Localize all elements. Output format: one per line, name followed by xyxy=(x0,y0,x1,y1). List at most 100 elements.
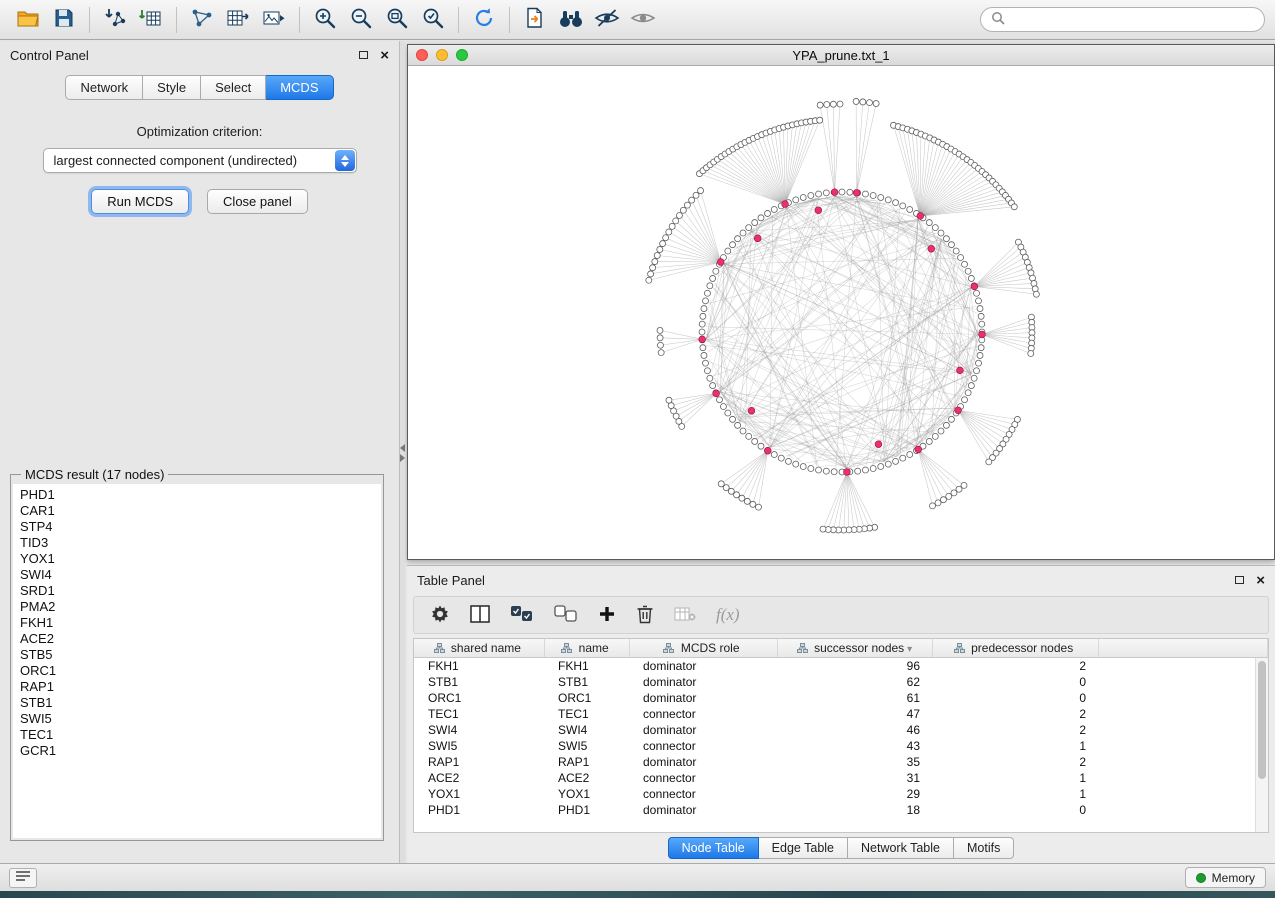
eye-icon xyxy=(630,7,656,32)
optimization-criterion-label: Optimization criterion: xyxy=(0,124,399,139)
tab-network[interactable]: Network xyxy=(65,75,143,100)
show-graphics-button[interactable] xyxy=(625,4,661,36)
workspace: Control Panel × NetworkStyleSelectMCDS O… xyxy=(0,41,1275,863)
mcds-result-item[interactable]: SRD1 xyxy=(20,583,381,599)
window-zoom-icon[interactable] xyxy=(456,49,468,61)
search-network-button[interactable] xyxy=(553,4,589,36)
column-header-mcds-role[interactable]: MCDS role xyxy=(629,639,777,658)
add-column-button[interactable] xyxy=(596,603,618,628)
save-session-button[interactable] xyxy=(46,4,82,36)
delete-table-button[interactable] xyxy=(672,604,698,627)
tab-motifs[interactable]: Motifs xyxy=(954,837,1014,859)
search-input[interactable] xyxy=(1011,13,1254,27)
mcds-result-item[interactable]: SWI5 xyxy=(20,711,381,727)
table-scrollbar[interactable] xyxy=(1255,658,1268,832)
tab-network-table[interactable]: Network Table xyxy=(848,837,954,859)
zoom-fit-button[interactable] xyxy=(379,4,415,36)
window-minimize-icon[interactable] xyxy=(436,49,448,61)
mcds-result-item[interactable]: GCR1 xyxy=(20,743,381,759)
chevron-down-icon[interactable]: ▾ xyxy=(907,644,912,655)
cell-filler xyxy=(1098,722,1268,738)
table-row[interactable]: TEC1TEC1connector472 xyxy=(414,706,1268,722)
optimization-select-value: largest connected component (undirected) xyxy=(54,153,298,168)
select-all-button[interactable] xyxy=(508,603,536,628)
table-row[interactable]: ACE2ACE2connector311 xyxy=(414,770,1268,786)
memory-button[interactable]: Memory xyxy=(1185,867,1266,888)
tab-mcds[interactable]: MCDS xyxy=(266,75,333,100)
mcds-result-item[interactable]: STP4 xyxy=(20,519,381,535)
mcds-result-item[interactable]: PHD1 xyxy=(20,487,381,503)
zoom-in-button[interactable] xyxy=(307,4,343,36)
cell: SWI5 xyxy=(414,738,544,754)
cell: 0 xyxy=(932,802,1098,818)
scrollbar-thumb[interactable] xyxy=(1258,661,1266,779)
plus-icon xyxy=(598,605,616,626)
close-panel-icon[interactable]: × xyxy=(380,48,389,63)
mcds-result-item[interactable]: STB1 xyxy=(20,695,381,711)
table-row[interactable]: SWI5SWI5connector431 xyxy=(414,738,1268,754)
import-table-button[interactable] xyxy=(133,4,169,36)
close-panel-button[interactable]: Close panel xyxy=(207,189,308,214)
zoom-out-button[interactable] xyxy=(343,4,379,36)
table-row[interactable]: PHD1PHD1dominator180 xyxy=(414,802,1268,818)
mcds-result-item[interactable]: SWI4 xyxy=(20,567,381,583)
float-table-panel-icon[interactable] xyxy=(1235,576,1244,584)
table-row[interactable]: SWI4SWI4dominator462 xyxy=(414,722,1268,738)
refresh-view-button[interactable] xyxy=(466,4,502,36)
column-header-successor-nodes[interactable]: successor nodes▾ xyxy=(777,639,932,658)
mcds-result-item[interactable]: PMA2 xyxy=(20,599,381,615)
cell: dominator xyxy=(629,690,777,706)
table-row[interactable]: YOX1YOX1connector291 xyxy=(414,786,1268,802)
mcds-result-item[interactable]: STB5 xyxy=(20,647,381,663)
tab-select[interactable]: Select xyxy=(201,75,266,100)
table-row[interactable]: RAP1RAP1dominator352 xyxy=(414,754,1268,770)
float-panel-icon[interactable] xyxy=(359,51,368,59)
cell: ACE2 xyxy=(544,770,629,786)
zoom-selected-button[interactable] xyxy=(415,4,451,36)
table-settings-button[interactable] xyxy=(428,602,452,629)
tab-style[interactable]: Style xyxy=(143,75,201,100)
column-header-name[interactable]: name xyxy=(544,639,629,658)
delete-column-button[interactable] xyxy=(634,602,656,629)
hide-graphics-button[interactable] xyxy=(589,4,625,36)
close-table-panel-icon[interactable]: × xyxy=(1256,573,1265,588)
search-box xyxy=(980,7,1265,32)
cell: RAP1 xyxy=(544,754,629,770)
mcds-result-item[interactable]: FKH1 xyxy=(20,615,381,631)
mcds-result-item[interactable]: RAP1 xyxy=(20,679,381,695)
export-table-button[interactable] xyxy=(220,4,256,36)
task-history-button[interactable] xyxy=(9,868,37,888)
mcds-result-item[interactable]: ORC1 xyxy=(20,663,381,679)
window-close-icon[interactable] xyxy=(416,49,428,61)
import-network-button[interactable] xyxy=(97,4,133,36)
mcds-result-item[interactable]: YOX1 xyxy=(20,551,381,567)
cell: ACE2 xyxy=(414,770,544,786)
show-columns-button[interactable] xyxy=(468,603,492,628)
export-image-button[interactable] xyxy=(256,4,292,36)
main-area: YPA_prune.txt_1 Table Panel × xyxy=(405,41,1275,863)
deselect-all-button[interactable] xyxy=(552,603,580,628)
optimization-select[interactable]: largest connected component (undirected) xyxy=(43,148,357,173)
network-canvas[interactable] xyxy=(408,66,1274,559)
cell: connector xyxy=(629,770,777,786)
export-network-button[interactable] xyxy=(184,4,220,36)
column-header-shared-name[interactable]: shared name xyxy=(414,639,544,658)
column-type-icon xyxy=(434,641,445,655)
tab-node-table[interactable]: Node Table xyxy=(668,837,759,859)
table-row[interactable]: ORC1ORC1dominator610 xyxy=(414,690,1268,706)
function-builder-button[interactable]: f(x) xyxy=(714,603,742,627)
panel-splitter[interactable] xyxy=(400,41,405,863)
mcds-result-item[interactable]: CAR1 xyxy=(20,503,381,519)
mcds-result-item[interactable]: TEC1 xyxy=(20,727,381,743)
mcds-result-item[interactable]: ACE2 xyxy=(20,631,381,647)
column-header-predecessor-nodes[interactable]: predecessor nodes xyxy=(932,639,1098,658)
cell: 1 xyxy=(932,738,1098,754)
splitter-collapse-icon[interactable] xyxy=(400,444,405,462)
mcds-result-item[interactable]: TID3 xyxy=(20,535,381,551)
run-mcds-button[interactable]: Run MCDS xyxy=(91,189,189,214)
table-row[interactable]: FKH1FKH1dominator962 xyxy=(414,658,1268,675)
table-row[interactable]: STB1STB1dominator620 xyxy=(414,674,1268,690)
open-file-button[interactable] xyxy=(10,4,46,36)
tab-edge-table[interactable]: Edge Table xyxy=(759,837,848,859)
clone-document-button[interactable] xyxy=(517,4,553,36)
